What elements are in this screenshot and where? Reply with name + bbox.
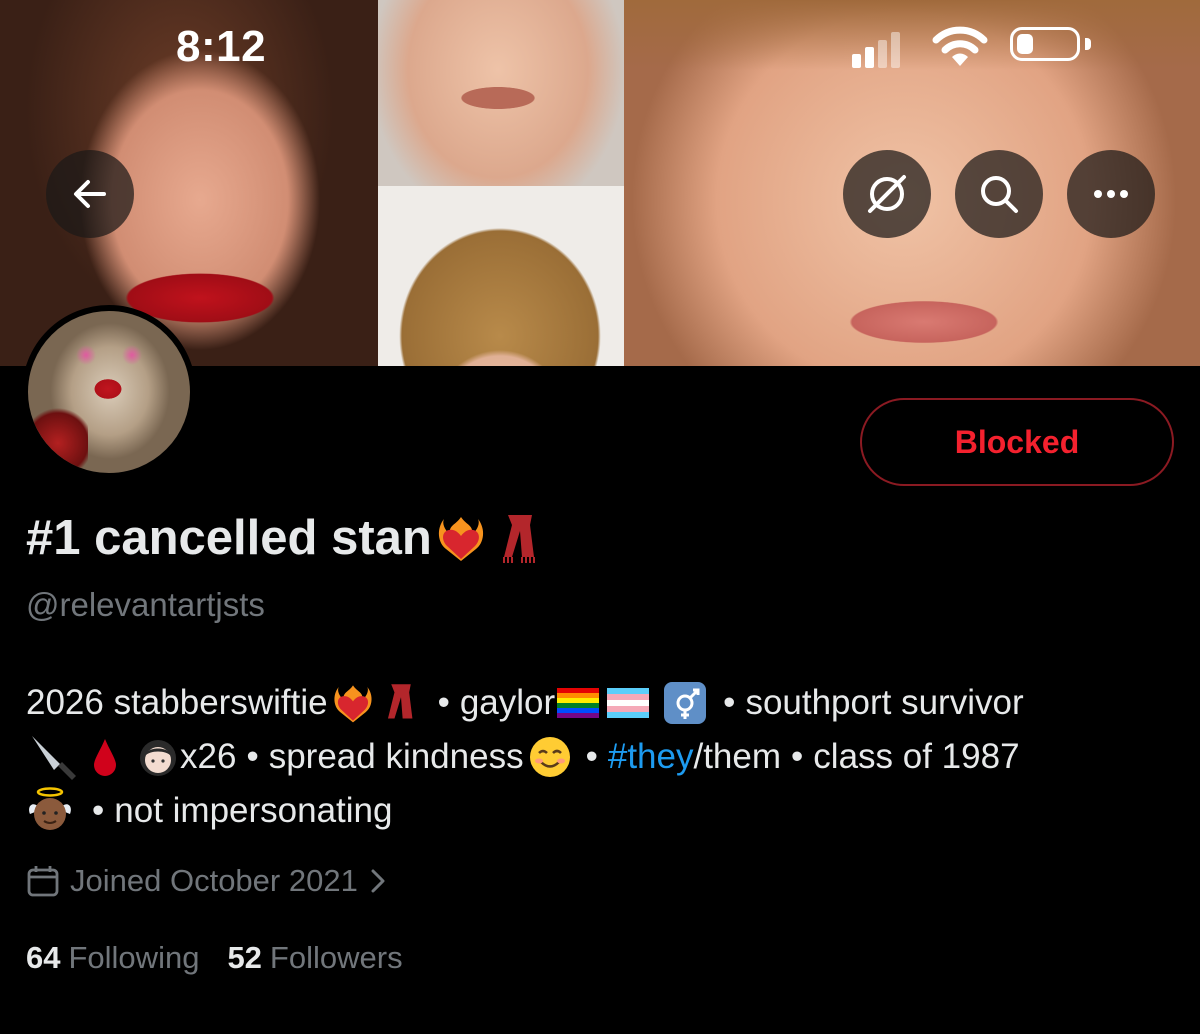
- rainbow-flag-icon: [557, 688, 600, 718]
- chevron-right-icon: [371, 869, 385, 893]
- blood-drop-icon: [92, 737, 118, 777]
- bio-text: not impersonating: [114, 791, 393, 830]
- calendar-icon: [27, 866, 59, 897]
- followers-count: 52: [227, 940, 262, 975]
- bio-separator: •: [585, 737, 598, 776]
- bio-text: spread kindness: [268, 737, 524, 776]
- smiling-face-icon: [528, 735, 572, 779]
- back-button[interactable]: [46, 150, 134, 238]
- profile-display-name: #1 cancelled stan: [26, 510, 540, 566]
- wifi-icon: [932, 26, 988, 66]
- bio-separator: •: [246, 737, 259, 776]
- profile-bio: 2026 stabberswiftie • gaylor • southport…: [26, 676, 1176, 838]
- followers-link[interactable]: 52 Followers: [227, 940, 402, 976]
- transgender-symbol-icon: [663, 681, 707, 725]
- angel-baby-icon: [26, 786, 74, 836]
- search-icon: [981, 176, 1018, 213]
- scarf-icon: [384, 681, 418, 725]
- battery-cap: [1085, 38, 1091, 50]
- status-bar-time: 8:12: [176, 22, 267, 71]
- bio-text: /them: [693, 737, 782, 776]
- transgender-flag-icon: [607, 688, 650, 718]
- following-count: 64: [26, 940, 61, 975]
- bio-separator: •: [791, 737, 804, 776]
- joined-date[interactable]: Joined October 2021: [26, 860, 388, 902]
- more-icon: [1094, 190, 1128, 198]
- heart-on-fire-icon: [332, 682, 374, 724]
- bio-line-2: x26 • spread kindness • #they /them • cl…: [26, 730, 1176, 784]
- bio-separator: •: [92, 791, 105, 830]
- bio-separator: •: [437, 683, 450, 722]
- hashtag-link[interactable]: #they: [608, 730, 694, 784]
- following-link[interactable]: 64 Following: [26, 940, 199, 976]
- bio-line-3: • not impersonating: [26, 784, 1176, 838]
- bio-text: x26: [180, 737, 237, 776]
- grok-button[interactable]: [843, 150, 931, 238]
- girl-emoji-icon: [136, 734, 180, 780]
- knife-icon: [26, 732, 78, 782]
- bio-text: 2026 stabberswiftie: [26, 683, 328, 722]
- joined-date-text: Joined October 2021: [70, 863, 358, 898]
- display-name-text: #1 cancelled stan: [26, 511, 432, 565]
- followers-label: Followers: [269, 940, 403, 975]
- battery-icon: [1010, 27, 1080, 61]
- heart-on-fire-icon: [438, 517, 483, 561]
- bio-line-1: 2026 stabberswiftie • gaylor • southport…: [26, 676, 1176, 730]
- scarf-icon: [502, 515, 535, 563]
- search-button[interactable]: [955, 150, 1043, 238]
- banner-photo-middle-bottom: [378, 186, 624, 366]
- profile-stats: 64 Following 52 Followers: [26, 940, 403, 976]
- following-label: Following: [68, 940, 200, 975]
- bio-text: southport survivor: [745, 683, 1024, 722]
- grok-icon: [868, 175, 906, 213]
- profile-handle: @relevantartjsts: [26, 586, 265, 623]
- banner-photo-middle-top: [378, 0, 624, 188]
- arrow-left-icon: [74, 180, 106, 208]
- bio-separator: •: [723, 683, 736, 722]
- cellular-signal-icon: [852, 28, 912, 68]
- bio-text: class of 1987: [813, 737, 1020, 776]
- profile-avatar[interactable]: [22, 305, 196, 479]
- blocked-button[interactable]: Blocked: [860, 398, 1174, 486]
- bio-text: gaylor: [459, 683, 556, 722]
- more-options-button[interactable]: [1067, 150, 1155, 238]
